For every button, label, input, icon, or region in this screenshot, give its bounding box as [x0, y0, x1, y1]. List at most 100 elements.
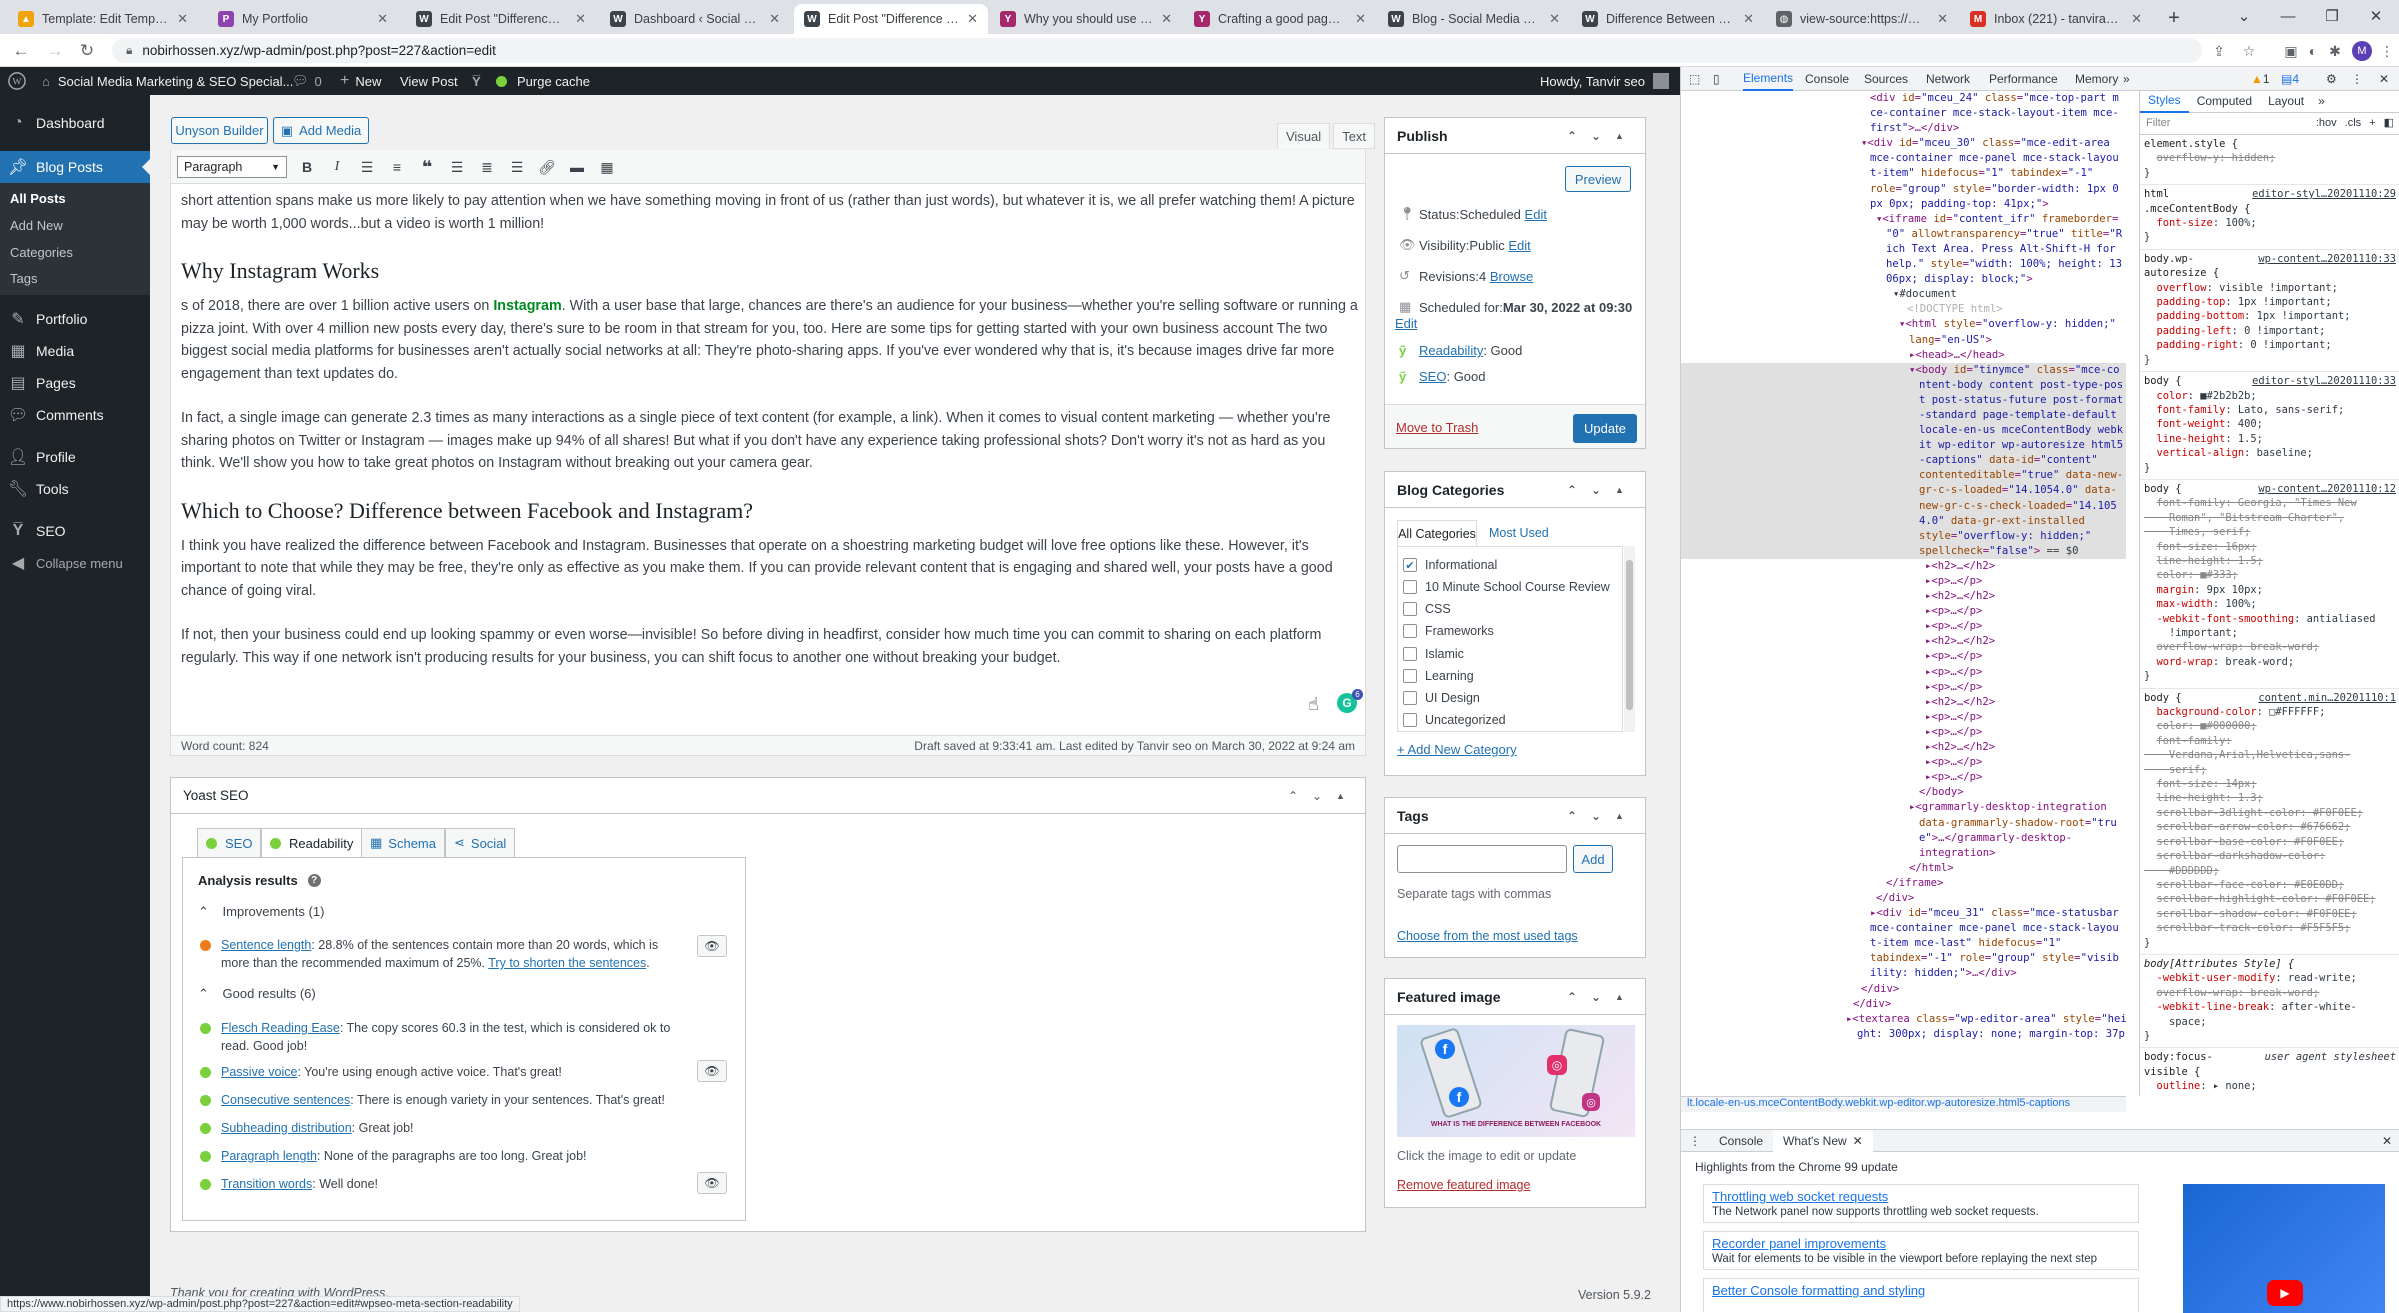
- forward-icon[interactable]: →: [42, 38, 68, 64]
- toggle-panel-icon[interactable]: ▲: [1615, 485, 1624, 495]
- tab-computed[interactable]: Computed: [2189, 94, 2260, 108]
- chevron-up-icon[interactable]: ⌃: [1567, 129, 1577, 143]
- checkbox[interactable]: [1403, 669, 1417, 683]
- sidebar-item-profile[interactable]: 👤︎ Profile: [0, 441, 150, 473]
- format-select[interactable]: Paragraph ▼: [177, 156, 287, 178]
- chevron-up-icon[interactable]: ⌃: [1567, 483, 1577, 497]
- sidebar-item-pages[interactable]: ▤ Pages: [0, 367, 150, 399]
- close-icon[interactable]: ✕: [1853, 1134, 1863, 1148]
- address-bar[interactable]: 🔒︎ nobirhossen.xyz/wp-admin/post.php?pos…: [112, 38, 2202, 63]
- scrollbar-thumb[interactable]: [1626, 560, 1633, 710]
- preview-button[interactable]: Preview: [1565, 166, 1631, 192]
- eye-icon[interactable]: 👁︎: [697, 1060, 727, 1082]
- result-link[interactable]: Sentence length: [221, 938, 311, 952]
- devtools-tab-performance[interactable]: Performance: [1989, 67, 2058, 91]
- view-post-link[interactable]: View Post: [400, 67, 458, 95]
- messages-badge[interactable]: ▤ 4: [2281, 67, 2299, 91]
- devtools-tab-network[interactable]: Network: [1926, 67, 1970, 91]
- close-icon[interactable]: ✕: [177, 11, 188, 27]
- drawer-tab-console[interactable]: Console: [1709, 1134, 1773, 1148]
- chevron-down-icon[interactable]: ⌄: [1591, 990, 1601, 1004]
- update-button[interactable]: Update: [1573, 414, 1637, 443]
- computed-toggle-icon[interactable]: ◧: [2384, 116, 2394, 130]
- gear-icon[interactable]: ⚙: [2326, 67, 2337, 91]
- browser-tab[interactable]: P My Portfolio ✕: [208, 4, 398, 34]
- device-toolbar-icon[interactable]: ▯: [1713, 67, 1720, 91]
- extension-icon[interactable]: ▣: [2282, 42, 2300, 60]
- browser-tab[interactable]: W Edit Post "Difference Betw ✕: [406, 4, 596, 34]
- category-item[interactable]: CSS: [1403, 602, 1451, 616]
- result-link[interactable]: Paragraph length: [221, 1149, 317, 1163]
- comments-link[interactable]: 💬︎ 0: [292, 67, 322, 95]
- tab-layout[interactable]: Layout: [2260, 94, 2312, 108]
- new-content-link[interactable]: + New: [340, 67, 381, 95]
- browser-tab[interactable]: W Blog - Social Media Market ✕: [1378, 4, 1570, 34]
- unyson-builder-button[interactable]: Unyson Builder: [171, 117, 268, 144]
- readability-link[interactable]: Readability: [1419, 343, 1483, 358]
- numbered-list-icon[interactable]: ≡: [385, 155, 409, 179]
- tab-text[interactable]: Text: [1333, 123, 1376, 149]
- chevron-down-icon[interactable]: ⌄: [1591, 809, 1601, 823]
- chevron-up-icon[interactable]: ⌃: [1567, 809, 1577, 823]
- toggle-panel-icon[interactable]: ▲: [1615, 811, 1624, 821]
- extensions-puzzle-icon[interactable]: ✱: [2326, 42, 2344, 60]
- category-item[interactable]: Learning: [1403, 669, 1474, 683]
- add-tag-button[interactable]: Add: [1573, 845, 1613, 873]
- italic-button[interactable]: I: [325, 155, 349, 179]
- close-icon[interactable]: ✕: [377, 11, 388, 27]
- sidebar-item-dashboard[interactable]: ◔ Dashboard: [0, 107, 150, 139]
- category-item[interactable]: Islamic: [1403, 647, 1464, 661]
- browser-tab[interactable]: M Inbox (221) - tanviraces33 ✕: [1960, 4, 2152, 34]
- eye-icon[interactable]: 👁︎: [697, 935, 727, 957]
- browser-tab[interactable]: Y Why you should use your f ✕: [990, 4, 1182, 34]
- align-left-icon[interactable]: ☰: [445, 155, 469, 179]
- purge-cache-link[interactable]: Purge cache: [496, 67, 590, 95]
- toggle-panel-icon[interactable]: ▲: [1336, 791, 1345, 801]
- eye-icon[interactable]: 👁︎: [697, 1172, 727, 1194]
- help-icon[interactable]: ?: [307, 874, 321, 887]
- yoast-tab-seo[interactable]: SEO: [197, 828, 262, 858]
- instagram-link[interactable]: Instagram: [493, 298, 561, 314]
- checkbox-checked[interactable]: ✔: [1403, 558, 1417, 572]
- minimize-icon[interactable]: —: [2266, 0, 2310, 32]
- whats-new-item[interactable]: Recorder panel improvements Wait for ele…: [1703, 1231, 2139, 1270]
- play-video-icon[interactable]: ▶: [2267, 1280, 2303, 1306]
- bullet-list-icon[interactable]: ☰: [355, 155, 379, 179]
- close-icon[interactable]: ✕: [769, 11, 780, 27]
- browser-tab[interactable]: Y Crafting a good page title f ✕: [1184, 4, 1376, 34]
- result-link[interactable]: Passive voice: [221, 1065, 297, 1079]
- styles-filter-input[interactable]: Filter: [2146, 116, 2316, 130]
- submenu-tags[interactable]: Tags: [10, 271, 37, 286]
- new-tab-button[interactable]: +: [2160, 4, 2188, 32]
- collapse-menu-button[interactable]: ◀ Collapse menu: [0, 547, 150, 579]
- toggle-panel-icon[interactable]: ▲: [1615, 131, 1624, 141]
- hover-state-toggle[interactable]: :hov: [2316, 116, 2337, 130]
- tab-styles[interactable]: Styles: [2140, 91, 2189, 113]
- warnings-badge[interactable]: ▲ 1: [2251, 67, 2270, 91]
- bold-button[interactable]: B: [295, 155, 319, 179]
- devtools-tab-memory[interactable]: Memory: [2075, 67, 2118, 91]
- reload-icon[interactable]: ↻: [74, 38, 100, 64]
- close-icon[interactable]: ✕: [967, 11, 978, 27]
- shorten-sentences-link[interactable]: Try to shorten the sentences: [488, 956, 646, 970]
- submenu-add-new[interactable]: Add New: [10, 218, 63, 233]
- wordpress-logo-icon[interactable]: W: [8, 67, 26, 95]
- close-icon[interactable]: ✕: [1743, 11, 1754, 27]
- devtools-tab-console[interactable]: Console: [1805, 67, 1849, 91]
- move-to-trash-link[interactable]: Move to Trash: [1396, 420, 1478, 435]
- editor-content[interactable]: short attention spans make us more likel…: [181, 186, 1361, 726]
- sidebar-item-seo[interactable]: Y̅ SEO: [0, 515, 150, 547]
- good-results-toggle[interactable]: ⌃ Good results (6): [198, 986, 316, 1002]
- my-account-link[interactable]: Howdy, Tanvir seo: [1540, 67, 1670, 95]
- chevron-up-icon[interactable]: ⌃: [1567, 990, 1577, 1004]
- class-toggle[interactable]: .cls: [2345, 116, 2362, 130]
- close-drawer-icon[interactable]: ✕: [2382, 1134, 2392, 1148]
- chevron-down-icon[interactable]: ⌄: [1312, 789, 1322, 803]
- category-item[interactable]: Frameworks: [1403, 624, 1494, 638]
- browser-tab[interactable]: W Difference Between Faceb ✕: [1572, 4, 1764, 34]
- yoast-tab-schema[interactable]: ▦ Schema: [361, 828, 445, 858]
- tab-visual[interactable]: Visual: [1277, 123, 1331, 149]
- category-item[interactable]: UI Design: [1403, 691, 1480, 705]
- devtools-tab-sources[interactable]: Sources: [1864, 67, 1908, 91]
- yoast-tab-social[interactable]: ⋖ Social: [445, 828, 516, 858]
